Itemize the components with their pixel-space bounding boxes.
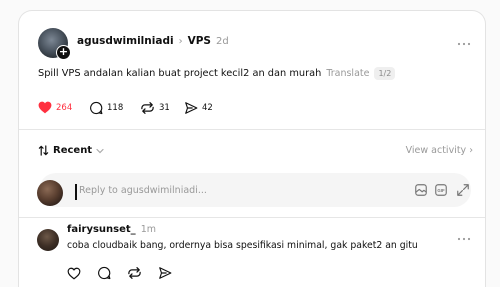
translate-page-badge[interactable]: 1/2 bbox=[374, 67, 396, 80]
comment-text: coba cloudbaik bang, ordernya bisa spesi… bbox=[67, 240, 418, 251]
comment-bubble-icon bbox=[90, 101, 103, 115]
divider bbox=[19, 217, 485, 218]
comment-count: 118 bbox=[107, 103, 124, 113]
sort-arrows-icon bbox=[38, 145, 49, 156]
comment-header: fairysunset_ 1m bbox=[67, 224, 156, 235]
expand-icon[interactable] bbox=[456, 183, 470, 197]
follow-plus-icon[interactable]: + bbox=[56, 45, 71, 60]
thread-card: + agusdwimilniadi › VPS 2d Spill VPS and… bbox=[18, 10, 486, 287]
comment-like-button[interactable] bbox=[67, 265, 81, 284]
view-activity-link[interactable]: View activity › bbox=[406, 145, 473, 156]
translate-link[interactable]: Translate bbox=[326, 68, 369, 79]
repost-count: 31 bbox=[159, 103, 170, 113]
repost-icon bbox=[128, 267, 141, 279]
repost-icon bbox=[141, 102, 154, 114]
comment-more-icon[interactable] bbox=[457, 227, 471, 246]
reply-input[interactable]: Reply to agusdwimilniadi... bbox=[79, 185, 207, 196]
topic-tag[interactable]: VPS bbox=[188, 35, 211, 47]
comment-reply-button[interactable] bbox=[97, 265, 111, 284]
sort-label: Recent bbox=[53, 145, 93, 156]
share-button[interactable]: 42 bbox=[184, 101, 213, 115]
post-body: Spill VPS andalan kalian buat project ke… bbox=[38, 67, 396, 80]
like-count: 264 bbox=[56, 102, 73, 113]
send-icon bbox=[185, 102, 198, 114]
comment-bubble-icon bbox=[98, 266, 111, 280]
repost-button[interactable]: 31 bbox=[140, 101, 170, 115]
post-text: Spill VPS andalan kalian buat project ke… bbox=[38, 68, 322, 79]
current-user-avatar bbox=[37, 180, 63, 206]
post-header: agusdwimilniadi › VPS 2d bbox=[77, 35, 229, 47]
commenter-avatar[interactable] bbox=[37, 229, 59, 251]
heart-outline-icon bbox=[67, 267, 81, 280]
like-button[interactable]: 264 bbox=[38, 101, 72, 114]
heart-filled-icon bbox=[38, 101, 52, 114]
comment-time: 1m bbox=[140, 224, 156, 235]
comment-share-button[interactable] bbox=[158, 265, 172, 284]
image-attach-icon[interactable] bbox=[414, 183, 428, 197]
send-icon bbox=[159, 267, 172, 279]
author-username[interactable]: agusdwimilniadi bbox=[77, 35, 174, 47]
more-options-icon[interactable] bbox=[457, 32, 471, 51]
svg-text:GIF: GIF bbox=[437, 188, 445, 193]
chevron-down-icon bbox=[96, 148, 104, 153]
topic-separator: › bbox=[178, 36, 183, 47]
comment-repost-button[interactable] bbox=[127, 265, 142, 284]
divider bbox=[19, 129, 485, 130]
share-count: 42 bbox=[202, 103, 213, 113]
gif-icon[interactable]: GIF bbox=[434, 183, 448, 197]
comment-button[interactable]: 118 bbox=[89, 101, 123, 115]
commenter-username[interactable]: fairysunset_ bbox=[67, 224, 136, 235]
post-time: 2d bbox=[215, 36, 229, 47]
sort-dropdown[interactable]: Recent bbox=[38, 145, 104, 156]
text-cursor bbox=[75, 184, 77, 200]
